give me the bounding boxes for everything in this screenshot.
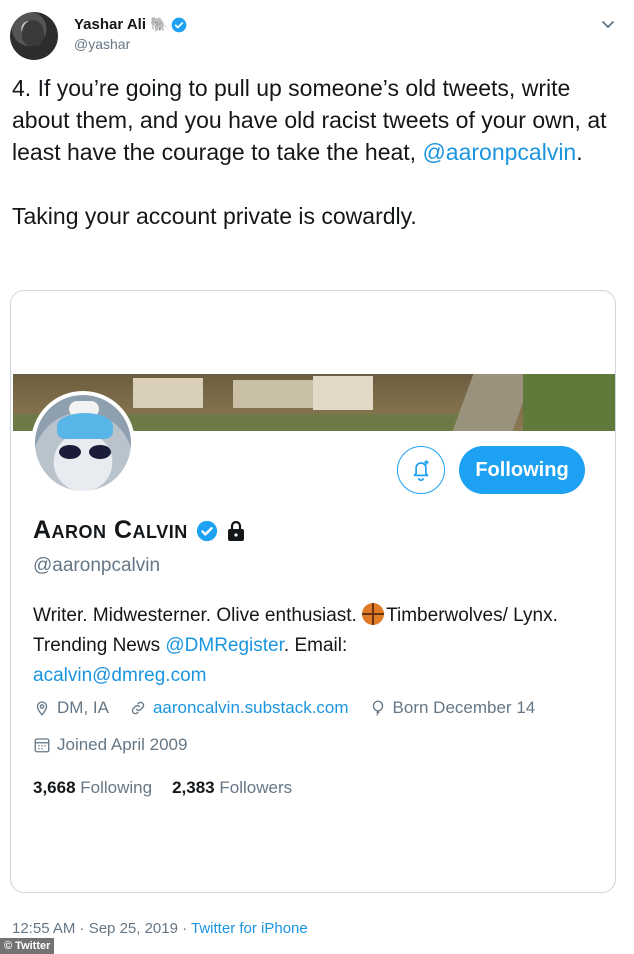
profile-handle: @aaronpcalvin: [33, 555, 161, 576]
notifications-bell-button[interactable]: [397, 446, 445, 494]
watermark-label: © Twitter: [4, 940, 51, 952]
follow-counts: 3,668 Following 2,383 Followers: [33, 778, 292, 798]
birthday-item: Born December 14: [369, 698, 536, 718]
chevron-down-icon[interactable]: [600, 16, 616, 32]
following-button[interactable]: Following: [459, 446, 585, 494]
tweet-mention-link[interactable]: @aaronpcalvin: [422, 139, 576, 165]
basketball-emoji-icon: [362, 603, 385, 625]
elephant-emoji-icon: 🐘: [149, 16, 168, 32]
bio-mention-link[interactable]: @DMRegister: [165, 635, 284, 656]
verified-badge-icon: [196, 520, 217, 541]
location-pin-icon: [36, 701, 48, 716]
bell-plus-icon: [413, 460, 429, 482]
profile-avatar[interactable]: [31, 391, 135, 495]
joined-item: Joined April 2009: [33, 735, 187, 755]
joined-text: Joined April 2009: [57, 735, 188, 754]
tweet-text: 4. If you’re going to pull up someone’s …: [12, 72, 624, 232]
lock-icon: [227, 520, 244, 541]
author-handle[interactable]: @yashar: [74, 36, 130, 52]
followers-count: 2,383: [172, 778, 215, 797]
author-name-row: Yashar Ali 🐘: [74, 16, 187, 33]
calendar-icon: [34, 738, 50, 753]
verified-badge-icon: [172, 17, 187, 32]
tweet-source-link[interactable]: Twitter for iPhone: [191, 920, 308, 937]
tweet-header: Yashar Ali 🐘 @yashar: [10, 10, 624, 60]
tweet-text-period: .: [576, 139, 583, 165]
link-icon: [131, 701, 145, 715]
following-label: Following: [80, 778, 153, 797]
profile-joined-row: Joined April 2009: [33, 735, 201, 755]
followers-count-link[interactable]: 2,383 Followers: [172, 778, 292, 798]
watermark: © Twitter: [0, 938, 55, 954]
profile-name: Aaron Calvin: [33, 516, 188, 544]
bio-text-1: Writer. Midwesterner. Olive enthusiast.: [33, 605, 363, 626]
profile-bio: Writer. Midwesterner. Olive enthusiast. …: [33, 601, 603, 691]
website-item: aaroncalvin.substack.com: [129, 698, 349, 718]
birthday-text: Born December 14: [392, 698, 536, 717]
author-name[interactable]: Yashar Ali: [74, 16, 146, 33]
tweet-footer: 12:55 AM · Sep 25, 2019 · Twitter for iP…: [12, 920, 308, 937]
author-avatar[interactable]: [10, 12, 58, 60]
following-count: 3,668: [33, 778, 76, 797]
tweet-timestamp[interactable]: 12:55 AM · Sep 25, 2019 ·: [12, 920, 191, 937]
profile-card[interactable]: Following Aaron Calvin @aaronpcalvin Wri…: [10, 290, 616, 893]
following-count-link[interactable]: 3,668 Following: [33, 778, 152, 798]
profile-name-row: Aaron Calvin: [33, 516, 246, 545]
profile-meta-row: DM, IA aaroncalvin.substack.com Born Dec…: [33, 698, 549, 718]
balloon-icon: [372, 700, 383, 716]
location-text: DM, IA: [57, 698, 109, 717]
bio-email-link[interactable]: acalvin@dmreg.com: [33, 665, 206, 686]
website-link[interactable]: aaroncalvin.substack.com: [153, 698, 349, 718]
tweet-text-line2: Taking your account private is cowardly.: [12, 203, 417, 229]
followers-label: Followers: [219, 778, 293, 797]
bio-text-3: . Email:: [283, 635, 348, 656]
location-item: DM, IA: [33, 698, 109, 718]
